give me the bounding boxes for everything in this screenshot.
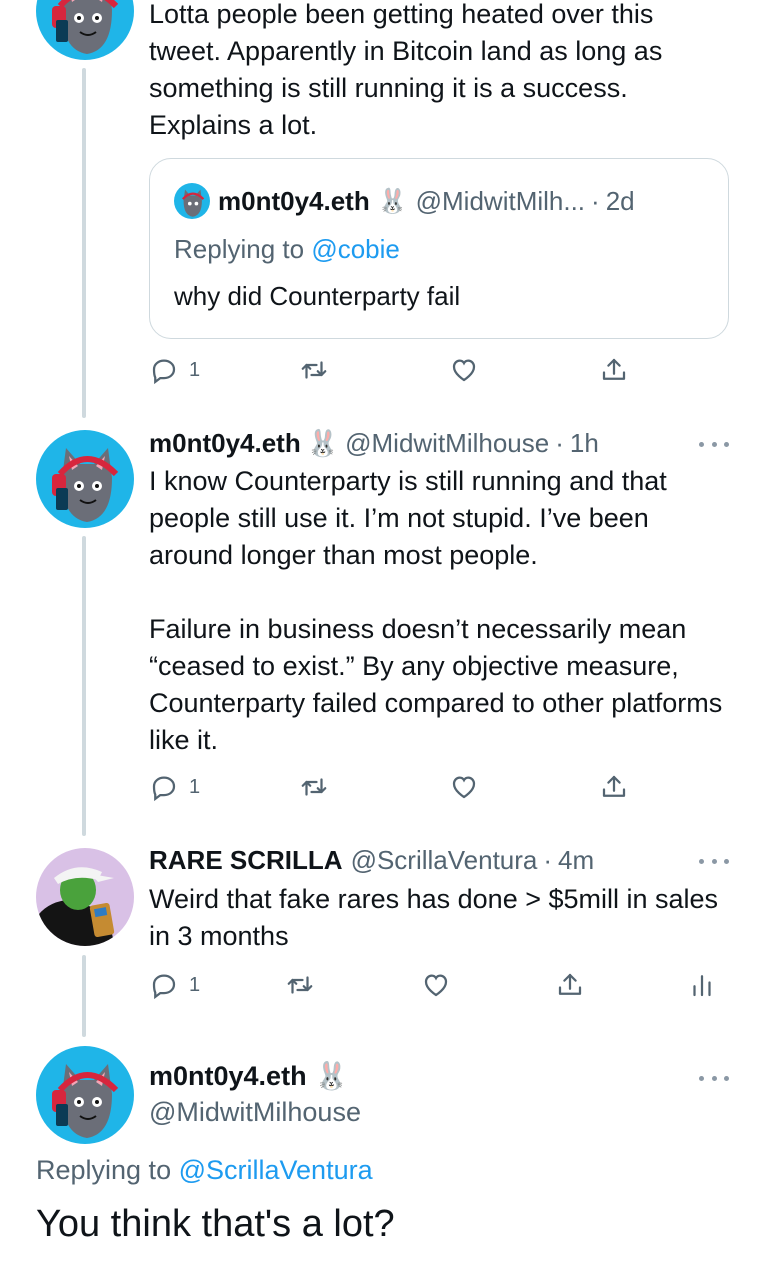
share-button[interactable]	[599, 770, 629, 804]
analytics-icon	[693, 975, 711, 997]
author-name[interactable]: RARE SCRILLA	[149, 845, 343, 876]
reply-button[interactable]: 1	[149, 968, 200, 1002]
share-button[interactable]	[555, 968, 585, 1002]
like-icon	[452, 776, 476, 799]
timestamp[interactable]: 4m	[558, 845, 594, 876]
tweet-actions: 1	[149, 770, 649, 804]
separator-dot: ·	[555, 427, 564, 458]
more-options-icon[interactable]	[699, 437, 729, 451]
author-name[interactable]: m0nt0y4.eth	[149, 428, 301, 459]
like-button[interactable]	[449, 353, 479, 387]
bunny-emoji-icon: 🐰	[314, 1061, 349, 1091]
reply-button[interactable]: 1	[149, 353, 200, 387]
replying-to-prefix: Replying to	[174, 234, 312, 264]
retweet-icon	[301, 361, 327, 379]
replying-to-handle[interactable]: @ScrillaVentura	[179, 1155, 373, 1185]
tweet-text: Lotta people been getting heated over th…	[149, 0, 663, 140]
author-handle[interactable]: @ScrillaVentura	[351, 845, 538, 876]
retweet-icon	[287, 976, 313, 994]
bunny-emoji-icon: 🐰	[306, 427, 340, 458]
focused-tweet-text: You think that's a lot?	[36, 1203, 395, 1245]
replying-to-handle[interactable]: @cobie	[311, 234, 400, 264]
replying-to-prefix: Replying to	[36, 1155, 179, 1185]
author-handle[interactable]: @MidwitMilhouse	[345, 428, 549, 459]
avatar[interactable]	[36, 0, 134, 60]
tweet-text: I know Counterparty is still running and…	[149, 463, 729, 759]
more-options-icon[interactable]	[699, 1071, 729, 1085]
timestamp[interactable]: 2d	[606, 186, 635, 217]
quoted-tweet-header: m0nt0y4.eth 🐰 @MidwitMilh... · 2d	[174, 183, 635, 219]
tweet-actions: 1	[149, 353, 649, 387]
reply-count: 1	[189, 775, 201, 798]
share-button[interactable]	[599, 353, 629, 387]
separator-dot: ·	[543, 844, 553, 875]
timestamp[interactable]: 1h	[570, 428, 599, 459]
reply-icon	[152, 359, 176, 385]
author-handle[interactable]: @MidwitMilh...	[416, 186, 585, 217]
replying-to: Replying to @ScrillaVentura	[36, 1155, 373, 1186]
tweet-actions: 1	[149, 968, 719, 1002]
more-options-icon[interactable]	[699, 854, 729, 868]
author-name[interactable]: m0nt0y4.eth	[218, 186, 370, 217]
bunny-emoji-icon: 🐰	[377, 187, 408, 215]
tweet-header: m0nt0y4.eth 🐰 @MidwitMilhouse · 1h	[149, 425, 735, 461]
reply-count: 1	[189, 973, 201, 996]
thread-line	[82, 536, 86, 836]
analytics-button[interactable]	[687, 968, 717, 1002]
avatar[interactable]	[36, 430, 134, 528]
replying-to: Replying to @cobie	[174, 234, 400, 265]
tweet-header: RARE SCRILLA @ScrillaVentura · 4m	[149, 842, 735, 878]
author-name-row: m0nt0y4.eth 🐰	[149, 1060, 348, 1092]
reply-count: 1	[189, 358, 201, 381]
like-button[interactable]	[421, 968, 451, 1002]
quoted-tweet[interactable]: m0nt0y4.eth 🐰 @MidwitMilh... · 2d Replyi…	[149, 158, 729, 339]
reply-icon	[152, 776, 176, 802]
like-icon	[452, 359, 476, 382]
avatar[interactable]	[36, 1046, 134, 1144]
author-handle[interactable]: @MidwitMilhouse	[149, 1097, 361, 1128]
reply-button[interactable]: 1	[149, 770, 200, 804]
share-icon	[558, 973, 582, 995]
tweet-text: Weird that fake rares has done > $5mill …	[149, 884, 719, 951]
separator-dot: ·	[591, 185, 600, 216]
retweet-button[interactable]	[299, 353, 329, 387]
avatar	[174, 183, 210, 219]
avatar[interactable]	[36, 848, 134, 946]
retweet-button[interactable]	[285, 968, 315, 1002]
reply-icon	[152, 974, 176, 1000]
author-name[interactable]: m0nt0y4.eth	[149, 1061, 307, 1092]
tweet-paragraph: I know Counterparty is still running and…	[149, 466, 667, 570]
share-icon	[602, 775, 626, 797]
share-icon	[602, 358, 626, 380]
like-button[interactable]	[449, 770, 479, 804]
retweet-button[interactable]	[299, 770, 329, 804]
quoted-tweet-text: why did Counterparty fail	[174, 281, 461, 311]
retweet-icon	[301, 778, 327, 796]
thread-line	[82, 955, 86, 1037]
like-icon	[424, 974, 448, 997]
thread-line	[82, 68, 86, 418]
tweet-paragraph: Failure in business doesn’t necessarily …	[149, 614, 723, 755]
